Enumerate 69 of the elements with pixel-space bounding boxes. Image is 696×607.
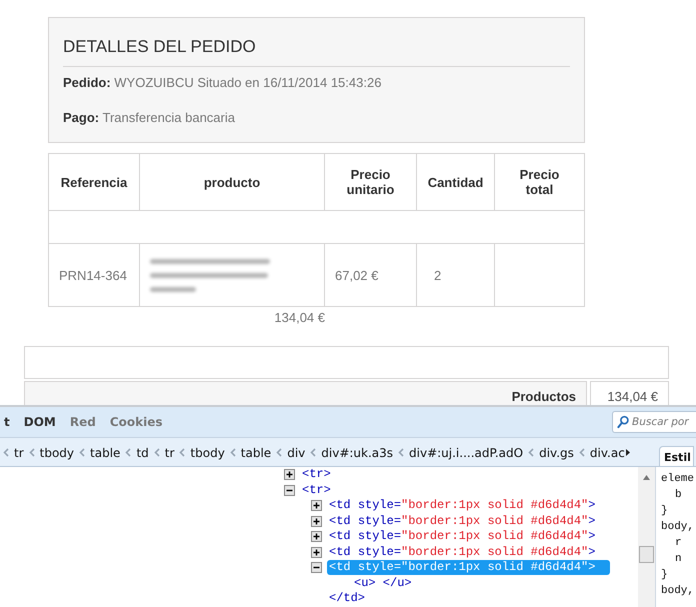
chevron-icon xyxy=(179,448,186,457)
breadcrumb-item[interactable]: tbody xyxy=(40,446,74,460)
css-rule-line: eleme xyxy=(661,472,696,487)
css-rule-line: } xyxy=(661,504,669,519)
chevron-icon xyxy=(79,448,86,457)
breadcrumb-item[interactable]: div xyxy=(287,446,306,460)
expand-icon[interactable] xyxy=(311,546,322,558)
search-field[interactable]: Buscar por xyxy=(612,411,696,433)
expand-icon[interactable] xyxy=(284,469,295,480)
search-icon xyxy=(617,415,629,429)
table-cell: 2 xyxy=(416,244,494,306)
panel-tab[interactable]: t xyxy=(0,415,17,429)
chevron-icon xyxy=(230,448,236,457)
column-header: Precio total xyxy=(494,154,584,210)
scroll-up-icon[interactable] xyxy=(643,475,650,480)
table-cell: PRN14-364 xyxy=(48,244,140,306)
expand-icon[interactable] xyxy=(311,531,322,542)
breadcrumb-item[interactable]: div#:uj.i....adP.adO xyxy=(409,446,524,460)
breadcrumb-item[interactable]: div.ac xyxy=(590,446,625,460)
chevron-icon xyxy=(578,448,585,457)
scrollbar[interactable] xyxy=(638,467,655,607)
chevron-icon xyxy=(310,448,316,457)
scroll-right-icon[interactable] xyxy=(626,449,630,456)
css-rule-line: b xyxy=(674,488,683,503)
html-tag-line[interactable]: <tr> xyxy=(300,482,610,498)
breadcrumb-item[interactable]: table xyxy=(90,446,120,460)
html-tag-line[interactable]: <td style="border:1px solid #d6d4d4"> xyxy=(327,514,610,529)
chevron-icon xyxy=(28,448,35,457)
payment-info: Pago: Transferencia bancaria xyxy=(63,110,236,125)
scrollbar-thumb[interactable] xyxy=(639,546,654,563)
chevron-icon xyxy=(3,448,9,457)
chevron-icon xyxy=(276,448,282,457)
order-total: 134,04 € xyxy=(274,310,325,325)
html-tag-line[interactable]: <tr> xyxy=(300,467,610,482)
css-rule-line: } xyxy=(661,568,669,583)
breadcrumb-item[interactable]: table xyxy=(240,446,272,460)
css-rule-line: r xyxy=(674,536,683,551)
chevron-icon xyxy=(125,448,132,457)
css-rule-line: body, xyxy=(661,584,696,599)
chevron-icon xyxy=(398,448,404,457)
collapse-icon[interactable] xyxy=(311,562,322,574)
expand-icon[interactable] xyxy=(311,500,322,512)
html-tag-line[interactable]: </td> xyxy=(327,591,610,606)
order-info: Pedido: WYOZUIBCU Situado en 16/11/2014 15:43:26 xyxy=(63,75,382,90)
html-tag-line[interactable]: <td style="border:1px solid #d6d4d4"> xyxy=(327,544,610,560)
table-cell: 67,02 € xyxy=(324,244,416,306)
panel-tab[interactable]: DOM xyxy=(16,415,63,429)
column-header: producto xyxy=(140,154,324,210)
breadcrumb-item[interactable]: td xyxy=(136,446,149,460)
order-details-title: DETALLES DEL PEDIDO xyxy=(63,18,570,67)
breadcrumb-item[interactable]: tr xyxy=(164,446,174,460)
breadcrumb-item[interactable]: div#:uk.a3s xyxy=(321,446,394,460)
html-tag-line[interactable]: <td style="border:1px solid #d6d4d4"> xyxy=(327,529,610,544)
column-header: Precio unitario xyxy=(324,154,416,210)
css-rule-line: body, xyxy=(661,520,696,535)
html-tag-line[interactable]: <td style="border:1px solid #d6d4d4"> xyxy=(327,498,610,514)
expand-icon[interactable] xyxy=(311,516,322,527)
html-tag-line[interactable]: <u> </u> xyxy=(352,576,610,591)
chevron-icon xyxy=(528,448,534,457)
breadcrumb-item[interactable]: div.gs xyxy=(539,446,574,460)
breadcrumb-item[interactable]: tbody xyxy=(190,446,225,460)
chevron-icon xyxy=(154,448,160,457)
side-panel-tab[interactable]: Estil xyxy=(659,446,694,466)
css-rule-line: n xyxy=(674,552,683,567)
breadcrumb-item[interactable]: tr xyxy=(14,446,24,460)
column-header: Referencia xyxy=(48,154,140,210)
column-header: Cantidad xyxy=(416,154,494,210)
collapse-icon[interactable] xyxy=(284,484,295,496)
summary-label-cell: Productos xyxy=(24,381,587,405)
